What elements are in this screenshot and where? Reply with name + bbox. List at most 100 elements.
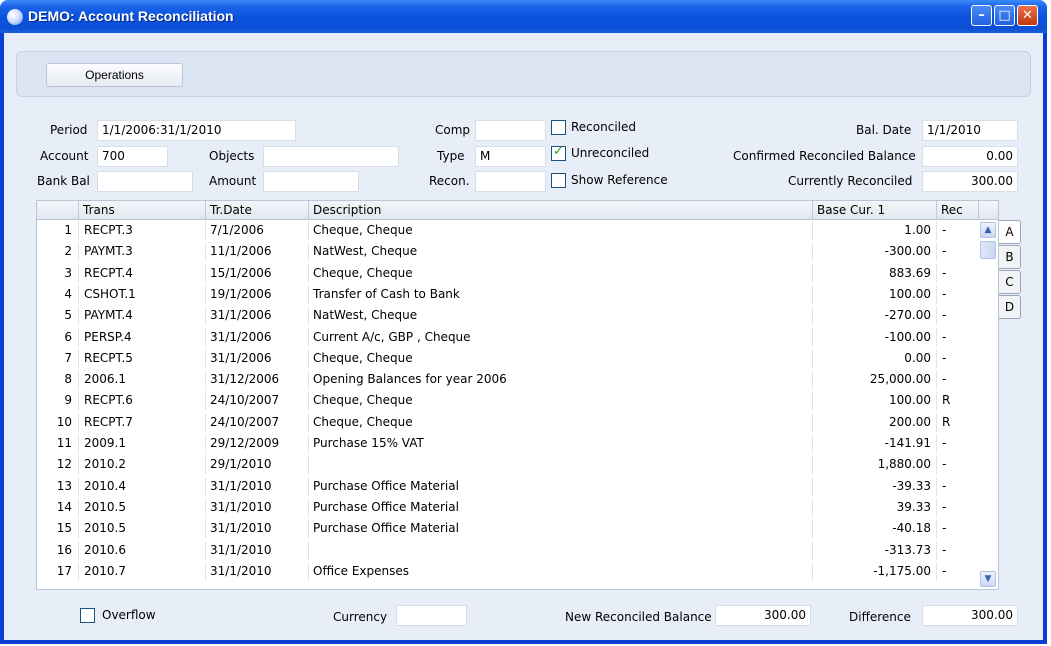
base-cur-cell[interactable]: -40.18: [813, 519, 937, 539]
bank-bal-field[interactable]: [97, 171, 193, 192]
trans-cell[interactable]: CSHOT.1: [79, 284, 206, 304]
table-row[interactable]: 8 2006.1 31/12/2006 Opening Balances for ye…: [37, 370, 998, 390]
trans-cell[interactable]: 2010.2: [79, 455, 206, 475]
minimize-button[interactable]: –: [971, 5, 992, 26]
description-cell[interactable]: [309, 540, 813, 560]
tr-date-cell[interactable]: 31/1/2010: [206, 561, 309, 581]
trans-cell[interactable]: 2010.7: [79, 561, 206, 581]
type-field[interactable]: M: [475, 146, 546, 167]
trans-cell[interactable]: RECPT.6: [79, 391, 206, 411]
transactions-grid[interactable]: Trans Tr.Date Description Base Cur. 1 Re…: [36, 200, 999, 590]
base-cur-cell[interactable]: 200.00: [813, 412, 937, 432]
tr-date-cell[interactable]: 31/1/2010: [206, 540, 309, 560]
tr-date-cell[interactable]: 7/1/2006: [206, 221, 309, 240]
comp-field[interactable]: [475, 120, 546, 141]
currently-reconciled-field[interactable]: 300.00: [922, 171, 1018, 192]
rec-cell[interactable]: -: [937, 541, 979, 560]
tab-c[interactable]: C: [999, 270, 1021, 294]
description-cell[interactable]: Current A/c, GBP , Cheque: [309, 327, 813, 347]
period-field[interactable]: 1/1/2006:31/1/2010: [97, 120, 296, 141]
column-header-rec[interactable]: Rec: [937, 201, 979, 219]
table-row[interactable]: 9 RECPT.6 24/10/2007 Cheque, Cheque 100.00 R: [37, 391, 998, 411]
account-field[interactable]: 700: [97, 146, 168, 167]
description-cell[interactable]: Opening Balances for year 2006: [309, 370, 813, 390]
column-header-base-cur[interactable]: Base Cur. 1: [813, 201, 937, 219]
trans-cell[interactable]: RECPT.4: [79, 263, 206, 283]
trans-cell[interactable]: PERSP.4: [79, 327, 206, 347]
tr-date-cell[interactable]: 31/1/2010: [206, 497, 309, 517]
tr-date-cell[interactable]: 31/1/2010: [206, 476, 309, 496]
rec-cell[interactable]: -: [937, 434, 979, 453]
trans-cell[interactable]: PAYMT.3: [79, 242, 206, 262]
unreconciled-checkbox[interactable]: ✓: [551, 144, 566, 161]
rec-cell[interactable]: -: [937, 264, 979, 283]
table-row[interactable]: 11 2009.1 29/12/2009 Purchase 15% VAT -141.9…: [37, 434, 998, 453]
title-bar[interactable]: DEMO: Account Reconciliation – □ ✕: [0, 0, 1047, 33]
base-cur-cell[interactable]: -313.73: [813, 540, 937, 560]
rec-cell[interactable]: -: [937, 562, 979, 581]
difference-field[interactable]: 300.00: [922, 605, 1018, 626]
base-cur-cell[interactable]: 1,880.00: [813, 455, 937, 475]
tab-a[interactable]: A: [999, 220, 1021, 244]
column-header-tr-date[interactable]: Tr.Date: [206, 201, 309, 219]
table-row[interactable]: 12 2010.2 29/1/2010 1,880.00-: [37, 455, 998, 475]
table-row[interactable]: 17 2010.7 31/1/2010 Office Expenses -1,175.0…: [37, 561, 998, 581]
base-cur-cell[interactable]: 100.00: [813, 391, 937, 411]
trans-cell[interactable]: PAYMT.4: [79, 306, 206, 326]
tr-date-cell[interactable]: 24/10/2007: [206, 412, 309, 432]
tr-date-cell[interactable]: 29/12/2009: [206, 434, 309, 453]
column-header-description[interactable]: Description: [309, 201, 813, 219]
base-cur-cell[interactable]: 39.33: [813, 497, 937, 517]
table-row[interactable]: 14 2010.5 31/1/2010 Purchase Office Materia…: [37, 497, 998, 517]
new-reconciled-balance-field[interactable]: 300.00: [715, 605, 811, 626]
tr-date-cell[interactable]: 31/1/2006: [206, 348, 309, 368]
table-row[interactable]: 1 RECPT.3 7/1/2006 Cheque, Cheque 1.00-: [37, 221, 998, 240]
trans-cell[interactable]: 2006.1: [79, 370, 206, 390]
base-cur-cell[interactable]: 0.00: [813, 348, 937, 368]
base-cur-cell[interactable]: 100.00: [813, 284, 937, 304]
reconciled-checkbox[interactable]: [551, 120, 566, 135]
currency-field[interactable]: [396, 605, 467, 626]
scroll-down-icon[interactable]: ▼: [980, 571, 996, 587]
tr-date-cell[interactable]: 19/1/2006: [206, 284, 309, 304]
rec-cell[interactable]: -: [937, 306, 979, 325]
tr-date-cell[interactable]: 31/1/2010: [206, 519, 309, 539]
tr-date-cell[interactable]: 31/1/2006: [206, 306, 309, 326]
column-header-trans[interactable]: Trans: [79, 201, 206, 219]
objects-field[interactable]: [263, 146, 399, 167]
rec-cell[interactable]: -: [937, 498, 979, 517]
base-cur-cell[interactable]: -39.33: [813, 476, 937, 496]
table-row[interactable]: 2 PAYMT.3 11/1/2006 NatWest, Cheque -300.00-: [37, 242, 998, 262]
table-row[interactable]: 16 2010.6 31/1/2010 -313.73-: [37, 540, 998, 560]
description-cell[interactable]: Cheque, Cheque: [309, 221, 813, 240]
description-cell[interactable]: NatWest, Cheque: [309, 242, 813, 262]
base-cur-cell[interactable]: -300.00: [813, 242, 937, 262]
close-button[interactable]: ✕: [1017, 5, 1038, 26]
table-row[interactable]: 5 PAYMT.4 31/1/2006 NatWest, Cheque -270.00-: [37, 306, 998, 326]
amount-field[interactable]: [263, 171, 359, 192]
description-cell[interactable]: NatWest, Cheque: [309, 306, 813, 326]
trans-cell[interactable]: 2010.5: [79, 497, 206, 517]
trans-cell[interactable]: RECPT.7: [79, 412, 206, 432]
description-cell[interactable]: Purchase Office Material: [309, 497, 813, 517]
description-cell[interactable]: Cheque, Cheque: [309, 412, 813, 432]
trans-cell[interactable]: 2010.6: [79, 540, 206, 560]
table-row[interactable]: 4 CSHOT.1 19/1/2006 Transfer of Cash to Ban…: [37, 284, 998, 304]
trans-cell[interactable]: RECPT.5: [79, 348, 206, 368]
rec-cell[interactable]: -: [937, 477, 979, 496]
tr-date-cell[interactable]: 24/10/2007: [206, 391, 309, 411]
rec-cell[interactable]: -: [937, 328, 979, 347]
description-cell[interactable]: Purchase Office Material: [309, 476, 813, 496]
description-cell[interactable]: Purchase Office Material: [309, 519, 813, 539]
bal-date-field[interactable]: 1/1/2010: [922, 120, 1018, 141]
rec-cell[interactable]: -: [937, 221, 979, 240]
tab-b[interactable]: B: [999, 245, 1021, 269]
tr-date-cell[interactable]: 31/1/2006: [206, 327, 309, 347]
confirmed-balance-field[interactable]: 0.00: [922, 146, 1018, 167]
rec-cell[interactable]: -: [937, 349, 979, 368]
description-cell[interactable]: Transfer of Cash to Bank: [309, 284, 813, 304]
base-cur-cell[interactable]: 1.00: [813, 221, 937, 240]
tab-d[interactable]: D: [999, 295, 1021, 319]
maximize-button[interactable]: □: [994, 5, 1015, 26]
table-row[interactable]: 10 RECPT.7 24/10/2007 Cheque, Cheque 200.00 R: [37, 412, 998, 432]
